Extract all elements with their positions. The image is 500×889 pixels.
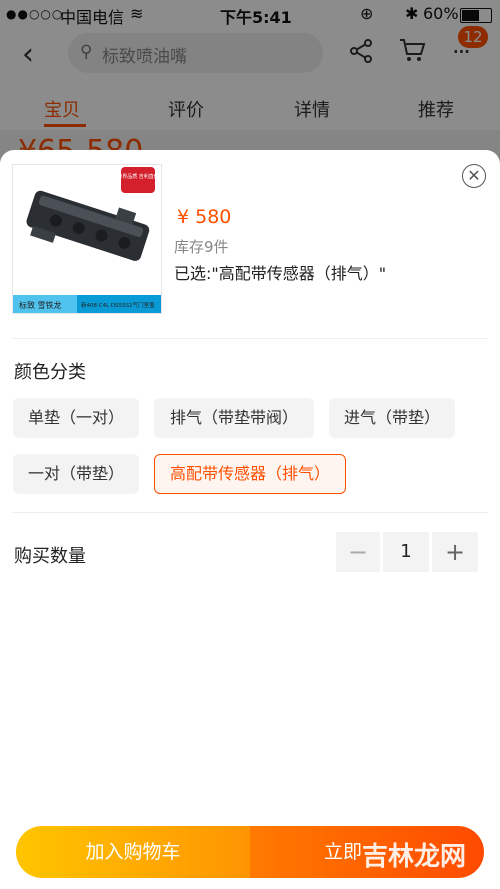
divider bbox=[12, 338, 488, 339]
close-icon[interactable]: ✕ bbox=[462, 164, 486, 188]
sku-selected-text: 已选:"高配带传感器（排气）" bbox=[174, 264, 387, 283]
option-high-sensor-exhaust[interactable]: 高配带传感器（排气） bbox=[154, 454, 346, 494]
quantity-increase-button[interactable]: + bbox=[432, 532, 478, 572]
sku-stock: 库存9件 bbox=[174, 238, 229, 256]
option-intake-gasket[interactable]: 进气（带垫） bbox=[329, 398, 455, 438]
add-to-cart-button[interactable]: 加入购物车 bbox=[16, 826, 250, 878]
divider bbox=[12, 512, 488, 513]
sku-price: ¥ 580 bbox=[177, 206, 232, 228]
quantity-value[interactable]: 1 bbox=[383, 532, 429, 572]
sku-sheet: 世界品质 吉利直供 标致 雪铁龙 新408 C4L DS5SS1气门室盖 ✕ ¥… bbox=[0, 150, 500, 889]
option-exhaust-gasket-valve[interactable]: 排气（带垫带阀） bbox=[154, 398, 314, 438]
buy-now-label: 立即 bbox=[324, 841, 363, 863]
image-badge-text: 世界品质 吉利直供 bbox=[117, 173, 159, 180]
quantity-decrease-button[interactable]: − bbox=[336, 532, 380, 572]
color-section-title: 颜色分类 bbox=[14, 362, 86, 383]
watermark: 吉林龙网 bbox=[362, 842, 467, 872]
image-caption-left: 标致 雪铁龙 bbox=[19, 300, 62, 310]
option-pair-gasket[interactable]: 一对（带垫） bbox=[13, 454, 139, 494]
image-caption-right: 新408 C4L DS5SS1气门室盖 bbox=[81, 301, 155, 309]
product-image: 世界品质 吉利直供 标致 雪铁龙 新408 C4L DS5SS1气门室盖 bbox=[12, 164, 162, 314]
option-single-gasket[interactable]: 单垫（一对） bbox=[13, 398, 139, 438]
quantity-label: 购买数量 bbox=[14, 546, 86, 567]
